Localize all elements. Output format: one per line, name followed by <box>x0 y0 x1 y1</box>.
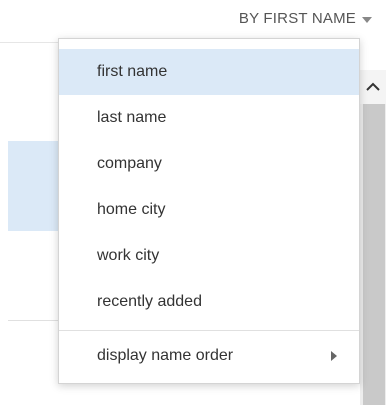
menu-item-label: home city <box>97 201 166 218</box>
scroll-up-button[interactable] <box>360 70 386 104</box>
vertical-scrollbar[interactable] <box>360 70 386 405</box>
menu-item-label: first name <box>97 63 168 80</box>
menu-item-home-city[interactable]: home city <box>59 187 359 233</box>
sort-menu: first name last name company home city w… <box>58 38 360 384</box>
menu-item-recently-added[interactable]: recently added <box>59 279 359 325</box>
people-view: BY FIRST NAME first name last name compa… <box>0 0 386 405</box>
menu-item-last-name[interactable]: last name <box>59 95 359 141</box>
menu-item-label: company <box>97 155 162 172</box>
chevron-up-icon <box>366 82 380 91</box>
menu-separator <box>59 330 359 331</box>
menu-item-label: last name <box>97 109 167 126</box>
menu-item-label: work city <box>97 247 160 264</box>
menu-item-first-name[interactable]: first name <box>59 49 359 95</box>
menu-item-display-name-order[interactable]: display name order <box>59 333 359 379</box>
chevron-down-icon <box>362 16 372 23</box>
menu-item-work-city[interactable]: work city <box>59 233 359 279</box>
chevron-right-icon <box>331 351 337 361</box>
menu-item-label: display name order <box>97 347 234 364</box>
menu-item-label: recently added <box>97 293 202 310</box>
menu-item-company[interactable]: company <box>59 141 359 187</box>
sort-label: BY FIRST NAME <box>238 10 356 27</box>
sort-dropdown-trigger[interactable]: BY FIRST NAME <box>239 10 372 27</box>
scrollbar-thumb[interactable] <box>363 104 385 405</box>
